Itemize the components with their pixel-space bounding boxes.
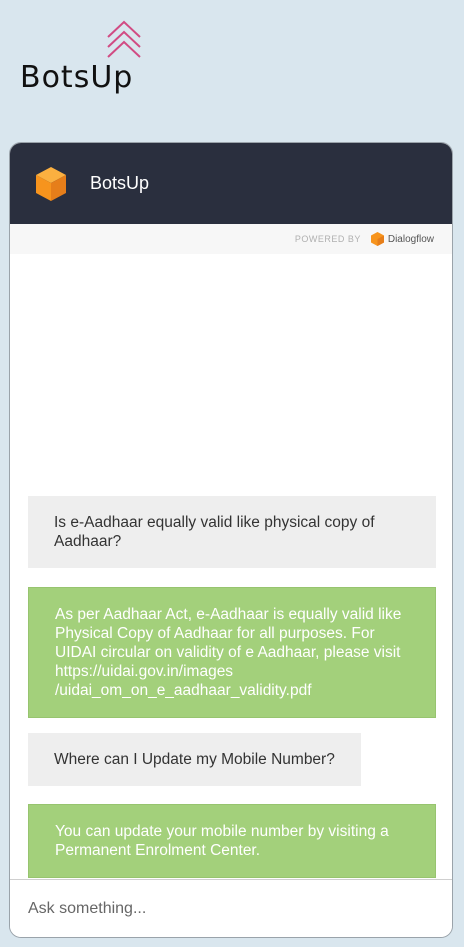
user-message: Is e-Aadhaar equally valid like physical… (28, 496, 436, 568)
user-message: Where can I Update my Mobile Number? (28, 733, 361, 786)
chat-window: BotsUp POWERED BY Dialogflow Is e-Aadhaa… (9, 142, 453, 938)
logo-wordmark: BotsUp (20, 60, 134, 95)
chat-title: BotsUp (90, 173, 150, 193)
dialogflow-label: Dialogflow (387, 233, 434, 245)
bot-message: As per Aadhaar Act, e-Aadhaar is equally… (28, 587, 436, 718)
dialogflow-icon (370, 231, 384, 246)
orange-cube-icon (36, 166, 66, 201)
dialogflow-brand[interactable]: Dialogflow (370, 231, 434, 247)
powered-by-bar: POWERED BY Dialogflow (10, 224, 452, 254)
chat-header: BotsUp (10, 143, 452, 224)
message-input[interactable] (10, 880, 452, 937)
message-list: Is e-Aadhaar equally valid like physical… (10, 254, 452, 881)
bot-message: You can update your mobile number by vis… (28, 804, 436, 878)
message-input-bar (10, 879, 452, 937)
double-chevron-up-icon (107, 20, 141, 58)
powered-by-label: POWERED BY (294, 234, 361, 244)
botsup-logo: BotsUp (20, 20, 170, 95)
